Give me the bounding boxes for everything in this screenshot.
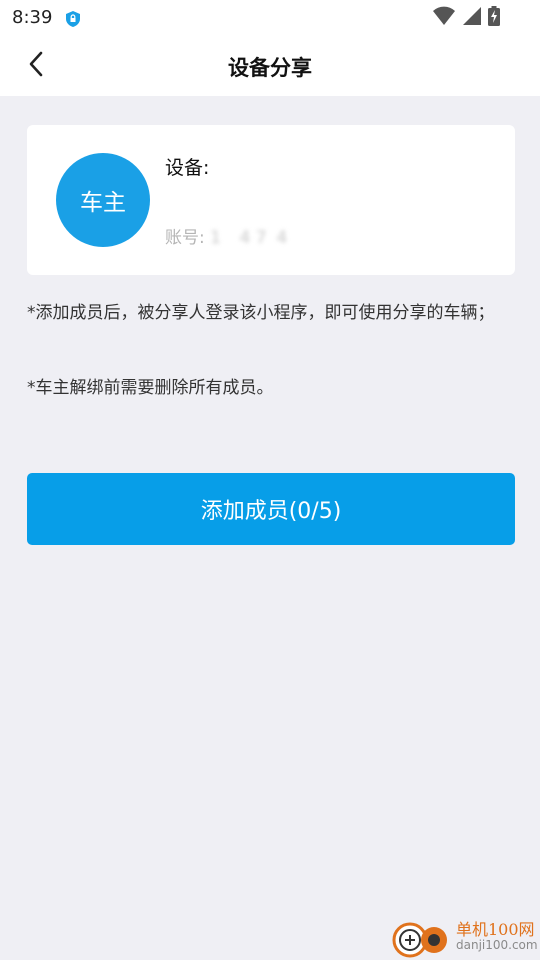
shield-icon [64,10,82,28]
account-row: 账号: 1 4 7 4 [165,223,288,248]
avatar: 车主 [56,153,150,247]
wifi-icon [432,6,456,30]
nav-bar: 设备分享 [0,36,540,96]
watermark-emblem-icon [392,922,447,958]
account-value: 1 4 7 4 [210,228,289,248]
account-label: 账号: [165,228,205,248]
share-note: *添加成员后，被分享人登录该小程序，即可使用分享的车辆； [27,303,495,323]
watermark-logo: 单机100网 danji100.com [390,916,540,960]
device-card: 车主 设备: 账号: 1 4 7 4 [27,125,515,275]
system-icons [432,6,500,30]
status-time: 8:39 [12,7,53,28]
device-label: 设备: [165,157,210,179]
battery-charging-icon [488,6,500,30]
unbind-note: *车主解绑前需要删除所有成员。 [27,378,274,398]
page-title: 设备分享 [228,56,312,80]
signal-icon [462,6,482,30]
status-bar: 8:39 [0,0,540,36]
add-member-button[interactable]: 添加成员(0/5) [27,473,515,545]
avatar-text: 车主 [80,190,126,216]
watermark-url: danji100.com [456,938,538,952]
watermark-title: 单机100网 [456,920,535,939]
